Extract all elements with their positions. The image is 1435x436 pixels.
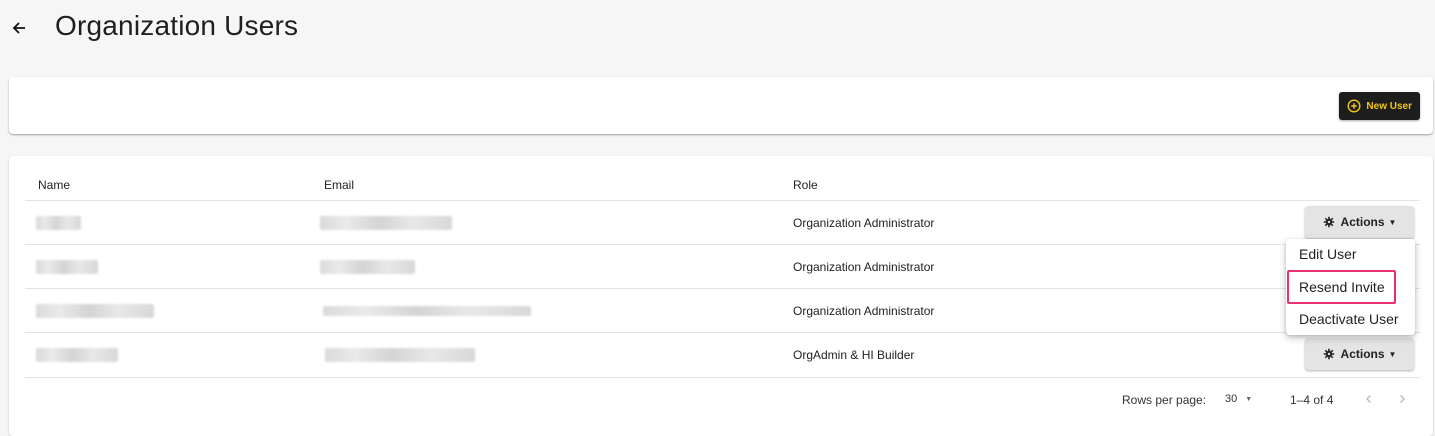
plus-circle-icon xyxy=(1347,99,1361,113)
user-role: Organization Administrator xyxy=(793,260,935,274)
user-name-redacted xyxy=(36,260,98,274)
actions-menu: Edit User Resend Invite Deactivate User xyxy=(1286,239,1415,335)
actions-button[interactable]: Actions ▼ xyxy=(1305,206,1414,238)
user-name-redacted xyxy=(36,304,154,318)
table-row: Organization Administrator Actions ▼ xyxy=(25,200,1420,245)
user-email-redacted xyxy=(320,216,452,230)
new-user-label: New User xyxy=(1366,100,1412,112)
user-email-redacted xyxy=(323,306,531,316)
gear-icon xyxy=(1323,216,1335,228)
pagination-range: 1–4 of 4 xyxy=(1290,393,1334,407)
table-row: Organization Administrator xyxy=(25,244,1420,289)
caret-down-icon: ▼ xyxy=(1388,349,1397,359)
users-table: Name Email Role Organization Administrat… xyxy=(9,156,1433,436)
rows-per-page-label: Rows per page: xyxy=(1122,393,1207,407)
menu-item-deactivate-user[interactable]: Deactivate User xyxy=(1299,311,1399,327)
user-email-redacted xyxy=(325,348,475,362)
gear-icon xyxy=(1323,348,1335,360)
user-role: Organization Administrator xyxy=(793,216,935,230)
rows-per-page-value: 30 xyxy=(1225,393,1238,405)
new-user-button[interactable]: New User xyxy=(1339,92,1420,120)
caret-down-icon: ▼ xyxy=(1388,217,1397,227)
user-role: Organization Administrator xyxy=(793,304,935,318)
menu-item-resend-invite[interactable]: Resend Invite xyxy=(1299,279,1385,295)
caret-down-icon: ▼ xyxy=(1245,395,1253,403)
page-title: Organization Users xyxy=(55,10,299,41)
page-header: Organization Users xyxy=(0,0,1435,60)
rows-per-page-select[interactable]: 30 ▼ xyxy=(1225,393,1252,405)
chevron-left-icon xyxy=(1364,394,1374,404)
column-header-email[interactable]: Email xyxy=(324,178,354,192)
menu-item-edit-user[interactable]: Edit User xyxy=(1299,246,1357,262)
column-header-role[interactable]: Role xyxy=(793,178,818,192)
toolbar-card: New User xyxy=(9,77,1433,134)
user-name-redacted xyxy=(36,216,81,230)
chevron-right-icon xyxy=(1397,394,1407,404)
actions-label: Actions xyxy=(1340,215,1385,229)
table-row: OrgAdmin & HI Builder Actions ▼ xyxy=(25,332,1420,378)
arrow-left-icon xyxy=(11,20,27,36)
back-button[interactable] xyxy=(8,17,30,39)
next-page-button[interactable] xyxy=(1394,391,1410,407)
user-email-redacted xyxy=(320,260,415,274)
column-header-name[interactable]: Name xyxy=(38,178,70,192)
user-name-redacted xyxy=(36,348,118,362)
actions-label: Actions xyxy=(1340,347,1385,361)
previous-page-button[interactable] xyxy=(1361,391,1377,407)
user-role: OrgAdmin & HI Builder xyxy=(793,348,915,362)
table-row: Organization Administrator xyxy=(25,288,1420,333)
actions-button[interactable]: Actions ▼ xyxy=(1305,338,1414,370)
